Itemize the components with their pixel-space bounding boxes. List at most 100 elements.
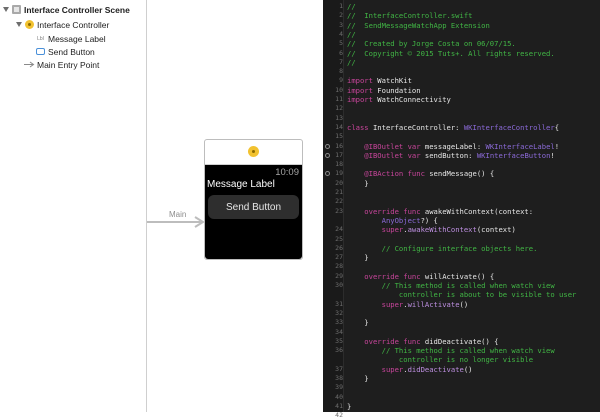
watch-interface-scene[interactable]: 10:09 Message Label Send Button bbox=[204, 139, 303, 260]
code-token: messageLabel: bbox=[420, 141, 486, 151]
code-line[interactable]: 4 // bbox=[323, 30, 600, 39]
code-token: var bbox=[403, 150, 421, 160]
line-number: 9 bbox=[339, 76, 343, 85]
line-number: 13 bbox=[335, 113, 343, 122]
code-token: // bbox=[347, 2, 356, 11]
code-token: Foundation bbox=[372, 85, 421, 95]
line-number: 8 bbox=[339, 67, 343, 76]
code-token: // This method is called when watch view bbox=[347, 281, 555, 290]
code-line[interactable]: 41} bbox=[323, 402, 600, 411]
disclosure-triangle-icon[interactable] bbox=[3, 7, 9, 12]
line-number: 33 bbox=[335, 318, 343, 327]
line-number: 1 bbox=[339, 2, 343, 10]
line-number: 29 bbox=[335, 271, 343, 280]
code-token: import bbox=[347, 95, 373, 104]
code-token: { bbox=[554, 122, 560, 132]
code-line[interactable]: 31 super.willActivate() bbox=[323, 300, 600, 309]
code-line[interactable]: 16 @IBOutlet var messageLabel: WKInterfa… bbox=[323, 142, 600, 151]
code-line[interactable]: 3 // SendMessageWatchApp Extension bbox=[323, 21, 600, 30]
code-line[interactable]: 6 // Copyright © 2015 Tuts+. All rights r… bbox=[323, 49, 600, 58]
code-token: func bbox=[398, 271, 421, 281]
code-token: // Configure interface objects here. bbox=[347, 243, 538, 253]
code-line[interactable]: 2 // InterfaceController.swift bbox=[323, 11, 600, 20]
code-line[interactable]: 20 } bbox=[323, 179, 600, 188]
entry-point-arrow-icon[interactable] bbox=[147, 216, 205, 228]
code-text: override func awakeWithContext(context: bbox=[347, 207, 533, 216]
code-text: controller is about to be visible to use… bbox=[347, 290, 576, 299]
code-line[interactable]: 19 @IBAction func sendMessage() { bbox=[323, 169, 600, 178]
outline-scene-row[interactable]: Interface Controller Scene bbox=[3, 3, 130, 16]
outline-item-send-button[interactable]: Send Button bbox=[36, 45, 95, 58]
code-line[interactable]: 28 bbox=[323, 262, 600, 271]
code-line[interactable]: 27 } bbox=[323, 253, 600, 262]
code-line[interactable]: 40 bbox=[323, 393, 600, 402]
line-number: 26 bbox=[335, 243, 343, 252]
code-line[interactable]: 14 class InterfaceController: WKInterface… bbox=[323, 123, 600, 132]
line-number: 4 bbox=[339, 29, 343, 38]
code-line[interactable]: AnyObject?) { bbox=[323, 216, 600, 225]
code-line[interactable]: 8 bbox=[323, 67, 600, 76]
code-line[interactable]: 7 // bbox=[323, 58, 600, 67]
code-line[interactable]: 36 // This method is called when watch v… bbox=[323, 346, 600, 355]
code-text: @IBOutlet var sendButton: WKInterfaceBut… bbox=[347, 150, 554, 160]
code-token: super bbox=[347, 225, 404, 235]
outline-item-message-label[interactable]: Lbl Message Label bbox=[36, 32, 106, 45]
code-line[interactable]: controller is no longer visible bbox=[323, 355, 600, 364]
code-token: sendMessage() { bbox=[424, 169, 495, 179]
code-token: // SendMessageWatchApp Extension bbox=[347, 20, 490, 30]
code-line[interactable]: 39 bbox=[323, 383, 600, 392]
code-token: // InterfaceController.swift bbox=[347, 11, 473, 21]
line-number: 25 bbox=[335, 234, 343, 243]
code-line[interactable]: 5 // Created by Jorge Costa on 06/07/15. bbox=[323, 39, 600, 48]
code-line[interactable]: 21 bbox=[323, 188, 600, 197]
code-line[interactable]: 33 } bbox=[323, 318, 600, 327]
outline-entry-point[interactable]: Main Entry Point bbox=[24, 58, 99, 71]
code-editor[interactable]: 1 // 2 // InterfaceController.swift 3 // Send… bbox=[323, 0, 600, 419]
code-line[interactable]: 35 override func didDeactivate() { bbox=[323, 337, 600, 346]
code-line[interactable]: 10 import Foundation bbox=[323, 86, 600, 95]
code-line[interactable]: 38 } bbox=[323, 374, 600, 383]
line-number: 12 bbox=[335, 104, 343, 113]
disclosure-triangle-icon[interactable] bbox=[16, 22, 22, 27]
code-line[interactable]: 42 bbox=[323, 411, 600, 420]
code-line[interactable]: 12 bbox=[323, 104, 600, 113]
line-number: 38 bbox=[335, 374, 343, 382]
code-line[interactable]: controller is about to be visible to use… bbox=[323, 290, 600, 299]
code-line[interactable]: 26 // Configure interface objects here. bbox=[323, 244, 600, 253]
code-line[interactable]: 24 super.awakeWithContext(context) bbox=[323, 225, 600, 234]
outline-controller-row[interactable]: Interface Controller bbox=[16, 18, 109, 31]
code-token: } bbox=[347, 401, 352, 411]
code-text: } bbox=[347, 402, 351, 411]
code-line[interactable]: 37 super.didDeactivate() bbox=[323, 365, 600, 374]
code-token: } bbox=[347, 374, 369, 383]
code-line[interactable]: 1 // bbox=[323, 2, 600, 11]
code-line[interactable]: 34 bbox=[323, 328, 600, 337]
code-line[interactable]: 22 bbox=[323, 197, 600, 206]
code-line[interactable]: 32 bbox=[323, 309, 600, 318]
watch-screen: 10:09 Message Label Send Button bbox=[205, 165, 302, 259]
label-icon: Lbl bbox=[37, 35, 44, 42]
message-label[interactable]: Message Label bbox=[207, 179, 275, 190]
code-line[interactable]: 18 bbox=[323, 160, 600, 169]
code-line[interactable]: 23 override func awakeWithContext(contex… bbox=[323, 207, 600, 216]
line-number: 7 bbox=[339, 57, 343, 66]
code-line[interactable]: 25 bbox=[323, 235, 600, 244]
storyboard-canvas[interactable]: Main 10:09 Message Label Send Button bbox=[147, 0, 323, 412]
connection-indicator-icon[interactable] bbox=[325, 152, 330, 158]
code-line[interactable]: 11 import WatchConnectivity bbox=[323, 95, 600, 104]
code-line[interactable]: 15 bbox=[323, 132, 600, 141]
scene-label: Interface Controller Scene bbox=[24, 4, 130, 15]
code-line[interactable]: 9 import WatchKit bbox=[323, 76, 600, 85]
code-text: } bbox=[347, 179, 368, 188]
code-token: awakeWithContext bbox=[407, 225, 477, 235]
line-number: 36 bbox=[335, 346, 343, 355]
code-line[interactable]: 29 override func willActivate() { bbox=[323, 272, 600, 281]
code-line[interactable]: 17 @IBOutlet var sendButton: WKInterface… bbox=[323, 151, 600, 160]
line-number: 23 bbox=[335, 206, 343, 215]
code-line[interactable]: 13 bbox=[323, 114, 600, 123]
code-line[interactable]: 30 // This method is called when watch v… bbox=[323, 281, 600, 290]
connection-indicator-icon[interactable] bbox=[325, 143, 330, 149]
interface-controller-icon[interactable] bbox=[248, 146, 259, 157]
send-button[interactable]: Send Button bbox=[208, 195, 299, 219]
line-number: 35 bbox=[335, 336, 343, 345]
